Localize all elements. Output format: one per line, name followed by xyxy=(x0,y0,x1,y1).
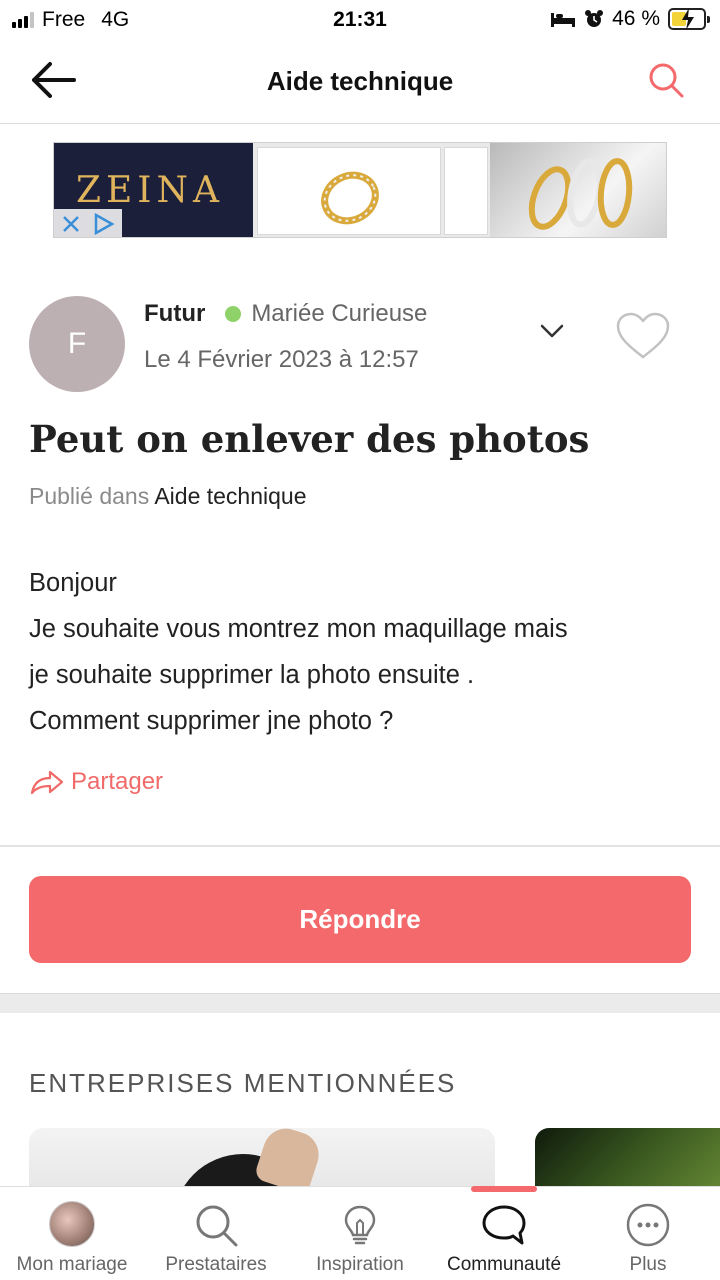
nav-mon-mariage[interactable]: Mon mariage xyxy=(0,1187,144,1280)
divider xyxy=(0,845,720,847)
avatar-icon xyxy=(49,1201,95,1247)
ad-choices[interactable] xyxy=(54,209,122,238)
chat-bubble-icon xyxy=(482,1205,526,1245)
back-button[interactable] xyxy=(28,60,78,100)
nav-active-indicator xyxy=(471,1186,537,1192)
heart-icon xyxy=(616,312,670,359)
battery-percent: 46 % xyxy=(612,7,660,30)
ad-rings-image xyxy=(490,143,666,237)
post-body-line: Je souhaite vous montrez mon maquillage … xyxy=(29,615,568,643)
author-row: Futur Mariée Curieuse xyxy=(144,300,427,328)
like-button[interactable] xyxy=(614,310,672,362)
nav-label: Communauté xyxy=(446,1254,562,1275)
post-body-line: Comment supprimer jne photo ? xyxy=(29,707,394,735)
online-status-dot xyxy=(225,306,242,322)
alarm-icon xyxy=(585,10,604,27)
published-in: Publié dans Aide technique xyxy=(29,483,307,510)
post-title: Peut on enlever des photos xyxy=(29,417,590,461)
nav-communaute[interactable]: Communauté xyxy=(432,1187,576,1280)
post-date: Le 4 Février 2023 à 12:57 xyxy=(144,346,419,373)
ad-banner[interactable]: ZEINA xyxy=(53,142,667,238)
mentioned-companies-title: ENTREPRISES MENTIONNÉES xyxy=(29,1068,457,1098)
nav-label: Mon mariage xyxy=(16,1254,128,1275)
share-button[interactable]: Partager xyxy=(29,768,163,796)
ad-ring-image xyxy=(257,147,441,235)
author-name[interactable]: Futur xyxy=(144,300,205,328)
share-label: Partager xyxy=(71,768,164,795)
search-icon xyxy=(196,1205,238,1247)
published-prefix: Publié dans xyxy=(29,483,150,509)
top-header: Aide technique xyxy=(0,40,720,124)
bottom-nav: Mon mariage Prestataires Inspiration Com… xyxy=(0,1186,720,1280)
nav-inspiration[interactable]: Inspiration xyxy=(288,1187,432,1280)
ad-blank-panel xyxy=(444,147,488,235)
reply-button[interactable]: Répondre xyxy=(29,876,691,963)
battery-icon xyxy=(668,8,710,30)
nav-prestataires[interactable]: Prestataires xyxy=(144,1187,288,1280)
search-icon xyxy=(649,63,684,98)
author-role: Mariée Curieuse xyxy=(251,300,428,327)
status-bar: Free 4G 21:31 46 % xyxy=(0,0,720,40)
nav-label: Prestataires xyxy=(165,1254,267,1275)
avatar-initial: F xyxy=(67,327,87,360)
close-icon[interactable] xyxy=(56,209,86,238)
section-separator xyxy=(0,993,720,1013)
author-avatar[interactable]: F xyxy=(29,296,125,392)
bed-icon xyxy=(551,13,576,27)
share-icon xyxy=(30,770,64,795)
ad-choices-icon[interactable] xyxy=(88,209,118,238)
search-button[interactable] xyxy=(646,60,686,100)
post-menu-button[interactable] xyxy=(536,318,568,344)
nav-label: Plus xyxy=(629,1254,667,1275)
post-body: Bonjour Je souhaite vous montrez mon maq… xyxy=(29,560,699,744)
page-title: Aide technique xyxy=(266,66,454,96)
lightbulb-icon xyxy=(344,1205,376,1245)
nav-label: Inspiration xyxy=(316,1254,404,1275)
category-link[interactable]: Aide technique xyxy=(154,483,306,509)
chevron-down-icon xyxy=(540,324,564,338)
arrow-left-icon xyxy=(32,62,76,98)
nav-plus[interactable]: Plus xyxy=(576,1187,720,1280)
post-body-line: Bonjour xyxy=(29,569,117,597)
post-body-line: je souhaite supprimer la photo ensuite . xyxy=(29,661,475,689)
more-dots-icon xyxy=(626,1203,670,1247)
status-bar-right: 46 % xyxy=(550,7,710,31)
ad-brand-text: ZEINA xyxy=(76,170,225,211)
